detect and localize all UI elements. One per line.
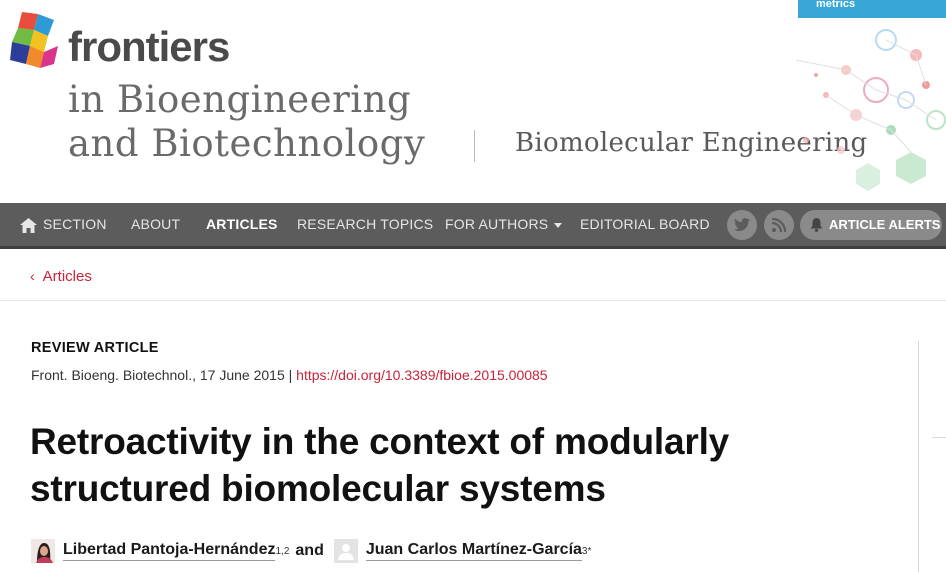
- nav-item-section[interactable]: SECTION: [20, 203, 107, 246]
- journal-line-1: in Bioengineering: [68, 78, 412, 121]
- rss-button[interactable]: [764, 210, 794, 240]
- nav-item-label: RESEARCH TOPICS: [297, 216, 434, 232]
- divider: [0, 300, 946, 301]
- citation-line: Front. Bioeng. Biotechnol., 17 June 2015…: [31, 367, 548, 383]
- nav-item-label: ABOUT: [131, 216, 181, 232]
- header-divider: [474, 130, 475, 162]
- twitter-button[interactable]: [727, 210, 757, 240]
- affiliation-mark: 3*: [581, 545, 592, 557]
- nav-item-label: FOR AUTHORS: [445, 216, 549, 232]
- nav-item-articles[interactable]: ARTICLES: [206, 203, 278, 246]
- nav-item-research-topics[interactable]: RESEARCH TOPICS: [297, 203, 433, 246]
- affiliation-mark: 1,2: [275, 545, 290, 557]
- site-header: frontiers in Bioengineering and Biotechn…: [0, 0, 946, 203]
- article-alerts-label: ARTICLE ALERTS: [829, 217, 941, 232]
- nav-item-editorial-board[interactable]: EDITORIAL BOARD: [580, 203, 710, 246]
- journal-line-2: and Biotechnology: [68, 122, 426, 165]
- citation-text: Front. Bioeng. Biotechnol., 17 June 2015…: [31, 367, 297, 383]
- doi-link[interactable]: https://doi.org/10.3389/fbioe.2015.00085: [296, 367, 547, 383]
- main-nav: SECTION ABOUT ARTICLES RESEARCH TOPICS F…: [0, 203, 946, 249]
- bell-icon: [810, 218, 823, 232]
- author-name: Juan Carlos Martínez-García: [365, 541, 582, 558]
- breadcrumb[interactable]: ‹ Articles: [30, 268, 92, 285]
- author-name: Libertad Pantoja-Hernández: [63, 541, 276, 558]
- journal-name[interactable]: in Bioengineering and Biotechnology: [68, 78, 425, 166]
- article-type: REVIEW ARTICLE: [31, 340, 159, 356]
- article-title: Retroactivity in the context of modularl…: [30, 421, 730, 509]
- nav-item-label: SECTION: [43, 216, 107, 232]
- sidebar-divider: [918, 341, 919, 572]
- article-alerts-button[interactable]: ARTICLE ALERTS: [800, 210, 942, 240]
- author-avatar-placeholder-icon[interactable]: [333, 539, 358, 563]
- nav-item-for-authors[interactable]: FOR AUTHORS: [445, 203, 563, 246]
- nav-item-about[interactable]: ABOUT: [131, 203, 180, 246]
- breadcrumb-label: Articles: [42, 268, 92, 285]
- author-name-link[interactable]: Juan Carlos Martínez-García: [365, 541, 582, 561]
- chevron-left-icon: ‹: [30, 268, 35, 284]
- author-list: Libertad Pantoja-Hernández 1,2 and Juan C…: [31, 538, 591, 564]
- metrics-tab[interactable]: metrics: [798, 0, 946, 18]
- decorative-molecule-art: [795, 29, 946, 191]
- twitter-icon: [734, 218, 750, 231]
- chevron-down-icon: [554, 222, 563, 228]
- author-name-link[interactable]: Libertad Pantoja-Hernández: [63, 541, 276, 561]
- frontiers-logo-icon[interactable]: [8, 10, 62, 72]
- nav-item-label: ARTICLES: [206, 216, 278, 232]
- nav-item-label: EDITORIAL BOARD: [580, 216, 710, 232]
- author-joiner: and: [295, 542, 324, 559]
- brand-name[interactable]: frontiers: [68, 26, 230, 68]
- sidebar-rule: [932, 437, 946, 438]
- rss-icon: [772, 218, 786, 232]
- home-icon: [20, 217, 37, 233]
- author-avatar[interactable]: [31, 539, 55, 563]
